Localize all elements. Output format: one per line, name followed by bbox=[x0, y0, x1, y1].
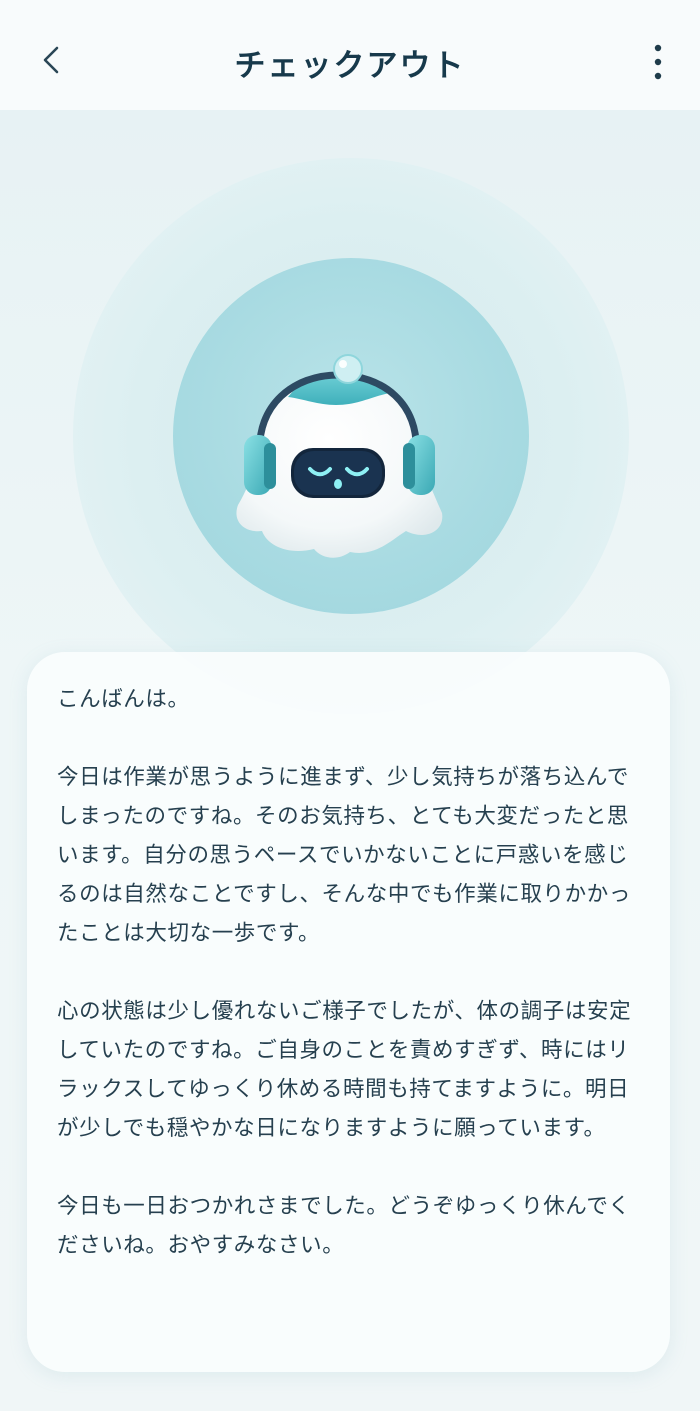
app-header: チェックアウト bbox=[0, 0, 700, 110]
message-paragraph-greeting: こんばんは。 bbox=[57, 687, 190, 712]
message-paragraph-empathy: 今日は作業が思うように進まず、少し気持ちが落ち込んでしまったのですね。そのお気持… bbox=[57, 765, 631, 946]
robot-headphones-mascot-icon bbox=[236, 354, 443, 558]
message-paragraph-closing: 今日も一日おつかれさまでした。どうぞゆっくり休んでくださいね。おやすみなさい。 bbox=[57, 1194, 631, 1258]
message-paragraph-condition: 心の状態は少し優れないご様子でしたが、体の調子は安定していたのですね。ご自身のこ… bbox=[57, 999, 632, 1141]
more-options-button[interactable] bbox=[636, 40, 680, 84]
message-text: こんばんは。 今日は作業が思うように進まず、少し気持ちが落ち込んでしまったのです… bbox=[57, 680, 647, 1265]
checkout-message-card: こんばんは。 今日は作業が思うように進まず、少し気持ちが落ち込んでしまったのです… bbox=[27, 652, 670, 1372]
main-content: こんばんは。 今日は作業が思うように進まず、少し気持ちが落ち込んでしまったのです… bbox=[0, 110, 700, 1411]
more-vertical-icon bbox=[654, 44, 662, 80]
page-title: チェックアウト bbox=[234, 47, 466, 84]
